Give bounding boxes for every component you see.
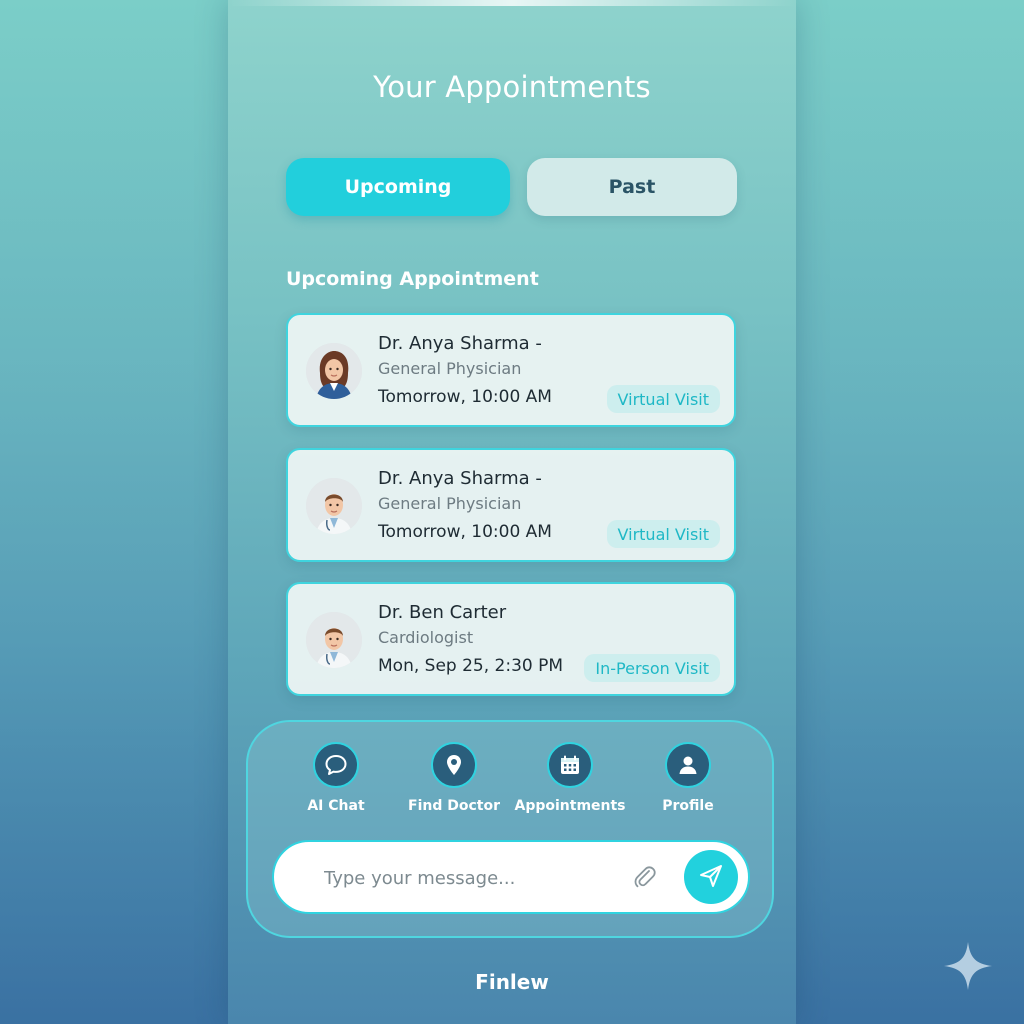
- visit-type-badge: Virtual Visit: [606, 520, 720, 548]
- female-doctor-avatar: [306, 343, 362, 399]
- nav-item-find-doctor[interactable]: Find Doctor: [394, 742, 514, 814]
- nav-item-ai-chat[interactable]: AI Chat: [276, 742, 396, 814]
- section-heading: Upcoming Appointment: [286, 268, 539, 290]
- male-doctor-avatar: [306, 478, 362, 534]
- visit-type-badge: Virtual Visit: [606, 385, 720, 413]
- message-input[interactable]: [322, 860, 626, 896]
- appointment-card[interactable]: Dr. Anya Sharma - General Physician Tomo…: [286, 313, 736, 427]
- nav-item-profile[interactable]: Profile: [628, 742, 748, 814]
- appointment-card[interactable]: Dr. Ben Carter Cardiologist Mon, Sep 25,…: [286, 582, 736, 696]
- user-icon: [665, 742, 711, 788]
- calendar-icon: [547, 742, 593, 788]
- background-left-panel: [0, 0, 228, 1024]
- paperclip-icon[interactable]: [630, 862, 660, 892]
- bottom-nav-panel: AI Chat Find Doctor Appointments Profile…: [246, 720, 774, 938]
- doctor-specialty: Cardiologist: [378, 628, 474, 647]
- nav-label: AI Chat: [307, 798, 365, 814]
- doctor-name: Dr. Ben Carter: [378, 602, 507, 623]
- appointment-time: Tomorrow, 10:00 AM: [378, 522, 552, 542]
- send-icon: [698, 863, 724, 892]
- nav-label: Find Doctor: [408, 798, 500, 814]
- appointment-card[interactable]: Dr. Anya Sharma - General Physician Tomo…: [286, 448, 736, 562]
- doctor-name: Dr. Anya Sharma -: [378, 468, 542, 489]
- nav-label: Appointments: [514, 798, 626, 814]
- message-bar: [272, 840, 750, 914]
- send-button[interactable]: [684, 850, 738, 904]
- appointment-time: Tomorrow, 10:00 AM: [378, 387, 552, 407]
- doctor-specialty: General Physician: [378, 359, 522, 378]
- nav-label: Profile: [662, 798, 714, 814]
- chat-bubble-icon: [313, 742, 359, 788]
- tab-upcoming[interactable]: Upcoming: [286, 158, 510, 216]
- page-title: Your Appointments: [373, 70, 651, 104]
- visit-type-badge: In-Person Visit: [584, 654, 720, 682]
- location-pin-icon: [431, 742, 477, 788]
- brand-name: Finlew: [475, 970, 549, 994]
- sparkle-icon: [942, 940, 994, 992]
- tab-past[interactable]: Past: [527, 158, 737, 216]
- background-right-panel: [796, 0, 1024, 1024]
- nav-item-appointments[interactable]: Appointments: [510, 742, 630, 814]
- appointment-time: Mon, Sep 25, 2:30 PM: [378, 656, 564, 676]
- doctor-name: Dr. Anya Sharma -: [378, 333, 542, 354]
- doctor-specialty: General Physician: [378, 494, 522, 513]
- app-screen: Your Appointments Upcoming Past Upcoming…: [228, 0, 796, 1024]
- male-doctor-avatar: [306, 612, 362, 668]
